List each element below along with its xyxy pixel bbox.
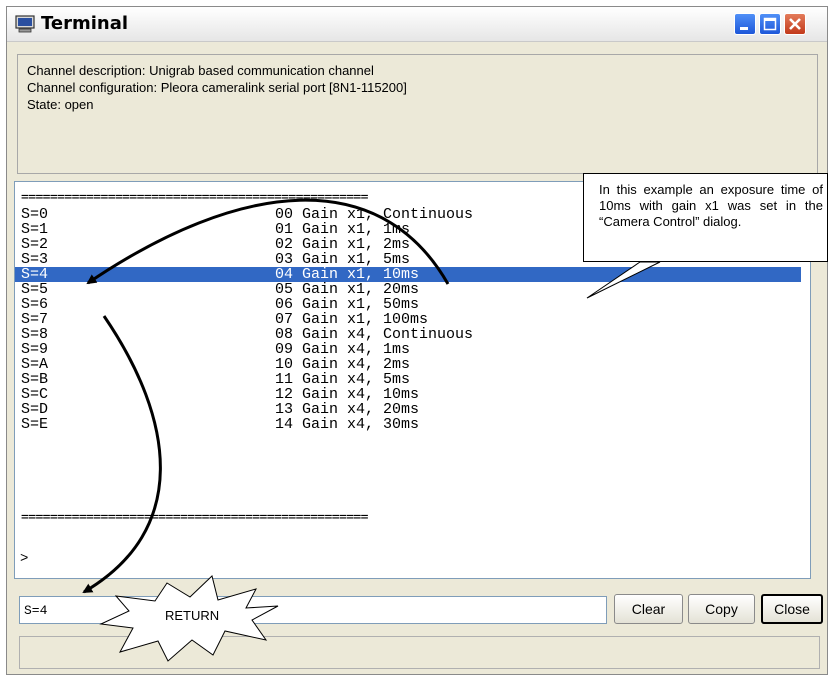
return-label: RETURN: [165, 608, 220, 623]
annotation-overlay: [82, 198, 661, 662]
arrow-to-input: [82, 315, 162, 594]
arrow-to-s4-row: [86, 198, 450, 285]
annotation-callout: In this example an exposure time of 10ms…: [583, 173, 828, 262]
callout-pointer: [586, 261, 661, 299]
callout-text: In this example an exposure time of 10ms…: [599, 182, 823, 229]
